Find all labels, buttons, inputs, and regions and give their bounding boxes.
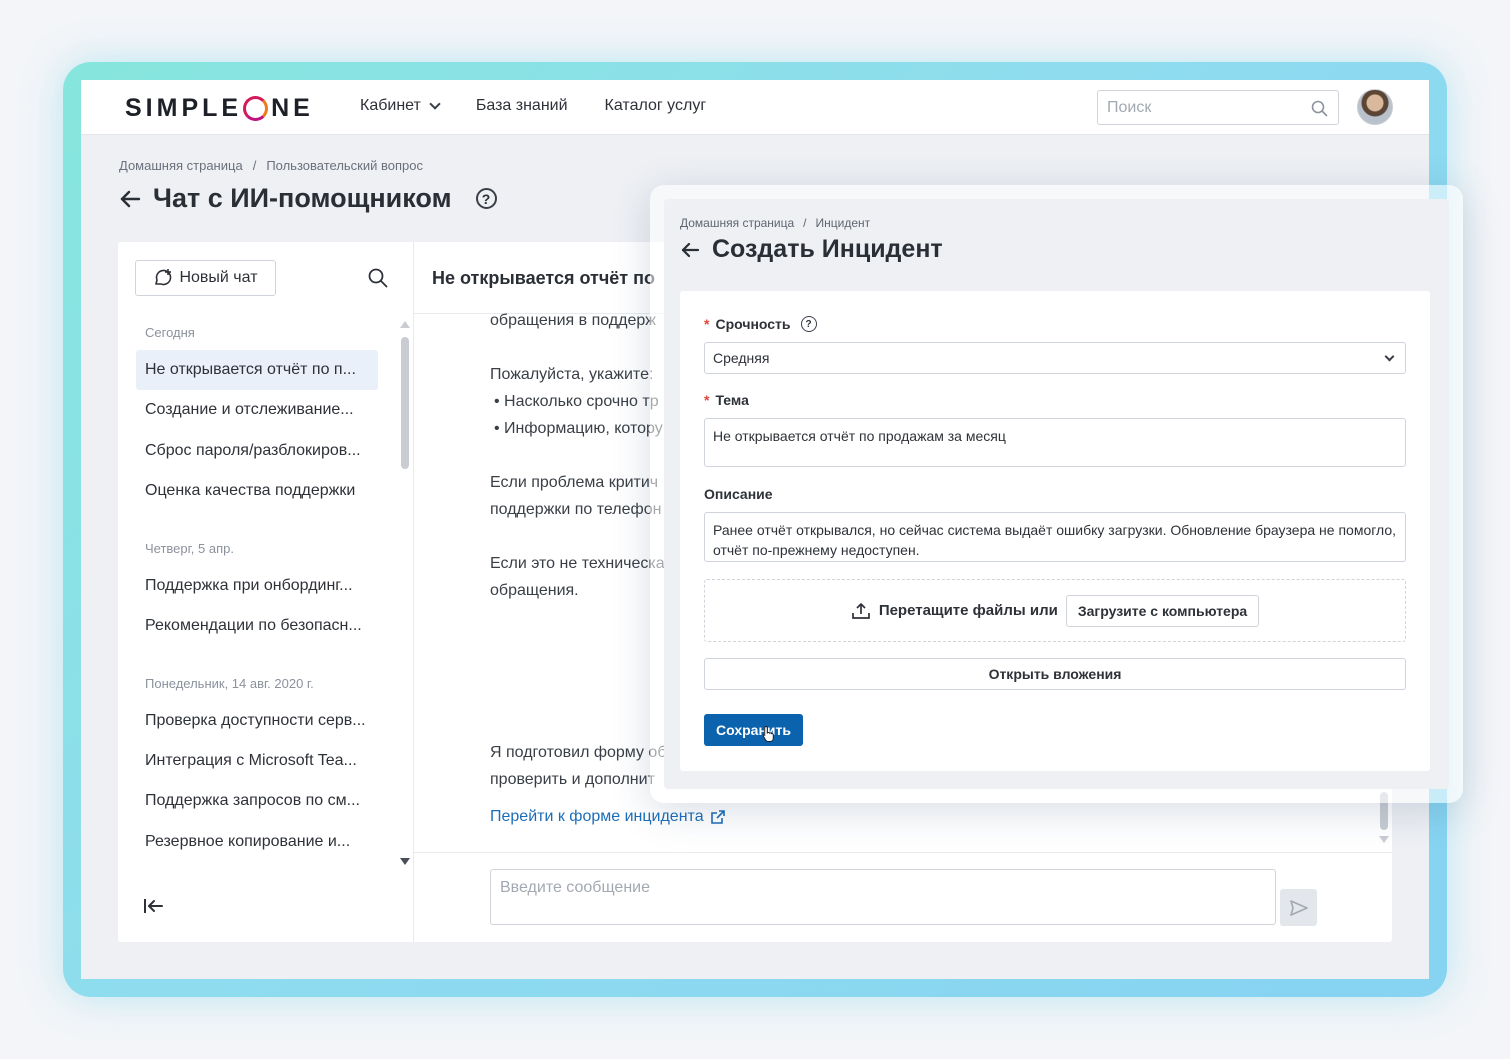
topic-input[interactable]: Не открывается отчёт по продажам за меся… (705, 419, 1405, 466)
logo[interactable]: SIMPLE NE (125, 92, 314, 124)
logo-text-right: NE (271, 93, 314, 122)
description-field: Ранее отчёт открывался, но сейчас систем… (704, 512, 1406, 562)
send-button[interactable] (1280, 889, 1317, 926)
message-input[interactable] (491, 870, 1275, 924)
upload-icon (851, 602, 870, 619)
scroll-down-icon[interactable] (400, 858, 410, 865)
breadcrumb-home[interactable]: Домашняя страница (119, 158, 243, 173)
logo-text-left: SIMPLE (125, 93, 243, 122)
new-chat-button[interactable]: Новый чат (135, 260, 276, 296)
required-marker: * (704, 392, 710, 408)
sidebar-scrollbar[interactable] (401, 337, 409, 469)
breadcrumb: Домашняя страница / Инцидент (680, 216, 870, 230)
chat-list-item[interactable]: Сброс пароля/разблокиров... (136, 431, 378, 471)
external-link-icon (710, 810, 725, 824)
nav-item-label: База знаний (475, 97, 568, 114)
open-attachments-button[interactable]: Открыть вложения (704, 658, 1406, 690)
breadcrumb-separator: / (803, 216, 807, 230)
chat-list-item[interactable]: Проверка доступности серв... (136, 701, 378, 741)
description-label-row: Описание (704, 486, 773, 502)
topic-label: Тема (715, 392, 749, 408)
nav-item-label: Кабинет (360, 97, 421, 114)
breadcrumb-separator: / (252, 158, 257, 173)
back-arrow-icon[interactable] (680, 241, 700, 259)
chat-list-item[interactable]: Поддержка при онбординг... (136, 566, 378, 606)
group-label-today: Сегодня (145, 325, 195, 340)
top-bar: SIMPLE NE Кабинет База знаний Каталог ус… (81, 80, 1429, 135)
breadcrumb-home[interactable]: Домашняя страница (680, 216, 794, 230)
chat-list-item[interactable]: Создание и отслеживание... (136, 390, 378, 430)
page-title-row: Чат с ИИ-помощником ? (119, 183, 497, 214)
collapse-sidebar-icon[interactable] (142, 896, 164, 916)
chat-sidebar: Новый чат Сегодня Не открывается отчёт п… (118, 242, 414, 942)
group-label-monday: Понедельник, 14 авг. 2020 г. (145, 676, 314, 691)
scroll-down-icon[interactable] (1379, 836, 1389, 843)
upload-from-computer-button[interactable]: Загрузите с компьютера (1065, 594, 1260, 627)
hand-cursor-icon (762, 725, 774, 742)
incident-link-label: Перейти к форме инцидента (490, 808, 704, 825)
chat-list-item[interactable]: Оценка качества поддержки (136, 471, 378, 511)
user-avatar[interactable] (1357, 89, 1393, 125)
required-marker: * (704, 316, 710, 332)
search-icon[interactable] (1311, 100, 1328, 117)
chat-list-item[interactable]: Интеграция с Microsoft Tea... (136, 741, 378, 781)
chat-list-item[interactable]: Не открывается отчёт по п... (136, 350, 378, 390)
search-icon[interactable] (368, 268, 388, 288)
nav-item-service-catalog[interactable]: Каталог услуг (605, 97, 707, 115)
dropzone-text: Перетащите файлы или (878, 602, 1058, 619)
back-arrow-icon[interactable] (119, 189, 141, 209)
incident-title: Создать Инцидент (712, 235, 943, 263)
topic-label-row: * Тема (704, 392, 749, 408)
breadcrumb-current: Инцидент (815, 216, 871, 230)
incident-title-row: Создать Инцидент (680, 235, 943, 264)
new-chat-label: Новый чат (179, 269, 258, 286)
nav-item-label: Каталог услуг (604, 97, 707, 114)
urgency-select[interactable]: Средняя (704, 342, 1406, 374)
new-chat-icon (155, 269, 172, 286)
chat-list-item[interactable]: Рекомендации по безопасн... (136, 606, 378, 646)
send-icon (1289, 899, 1308, 916)
urgency-label-row: * Срочность ? (704, 316, 817, 332)
main-nav: Кабинет База знаний Каталог услуг (360, 97, 706, 115)
search-input[interactable] (1098, 91, 1298, 124)
group-label-thursday: Четверг, 5 апр. (145, 541, 234, 556)
chevron-down-icon (1384, 351, 1395, 362)
topic-field: Не открывается отчёт по продажам за меся… (704, 418, 1406, 467)
page-title: Чат с ИИ-помощником (153, 183, 452, 213)
logo-ring-icon (243, 95, 269, 121)
chat-title: Не открывается отчёт по (432, 268, 655, 288)
scroll-up-icon[interactable] (400, 321, 410, 328)
breadcrumb-current: Пользовательский вопрос (266, 158, 423, 173)
description-input[interactable]: Ранее отчёт открывался, но сейчас систем… (705, 513, 1405, 561)
incident-form: * Срочность ? Средняя * Тема Не открывае… (680, 291, 1430, 771)
global-search (1097, 90, 1339, 125)
nav-item-cabinet[interactable]: Кабинет (360, 97, 441, 115)
incident-form-panel: Домашняя страница / Инцидент Создать Инц… (664, 199, 1449, 789)
save-button[interactable]: Сохранить (704, 714, 803, 746)
help-icon[interactable]: ? (475, 188, 497, 209)
breadcrumb: Домашняя страница / Пользовательский воп… (119, 158, 423, 173)
file-dropzone[interactable]: Перетащите файлы или Загрузите с компьют… (704, 579, 1406, 642)
chevron-down-icon (429, 98, 441, 110)
urgency-value: Средняя (713, 350, 770, 366)
help-icon[interactable]: ? (800, 316, 817, 332)
message-composer (490, 869, 1276, 925)
divider (414, 852, 1392, 853)
chat-list-item[interactable]: Резервное копирование и... (136, 822, 378, 862)
nav-item-knowledge-base[interactable]: База знаний (476, 97, 568, 115)
chat-list-item[interactable]: Поддержка запросов по см... (136, 781, 378, 821)
urgency-label: Срочность (715, 316, 791, 332)
incident-form-link[interactable]: Перейти к форме инцидента (490, 808, 726, 826)
description-label: Описание (704, 486, 773, 502)
